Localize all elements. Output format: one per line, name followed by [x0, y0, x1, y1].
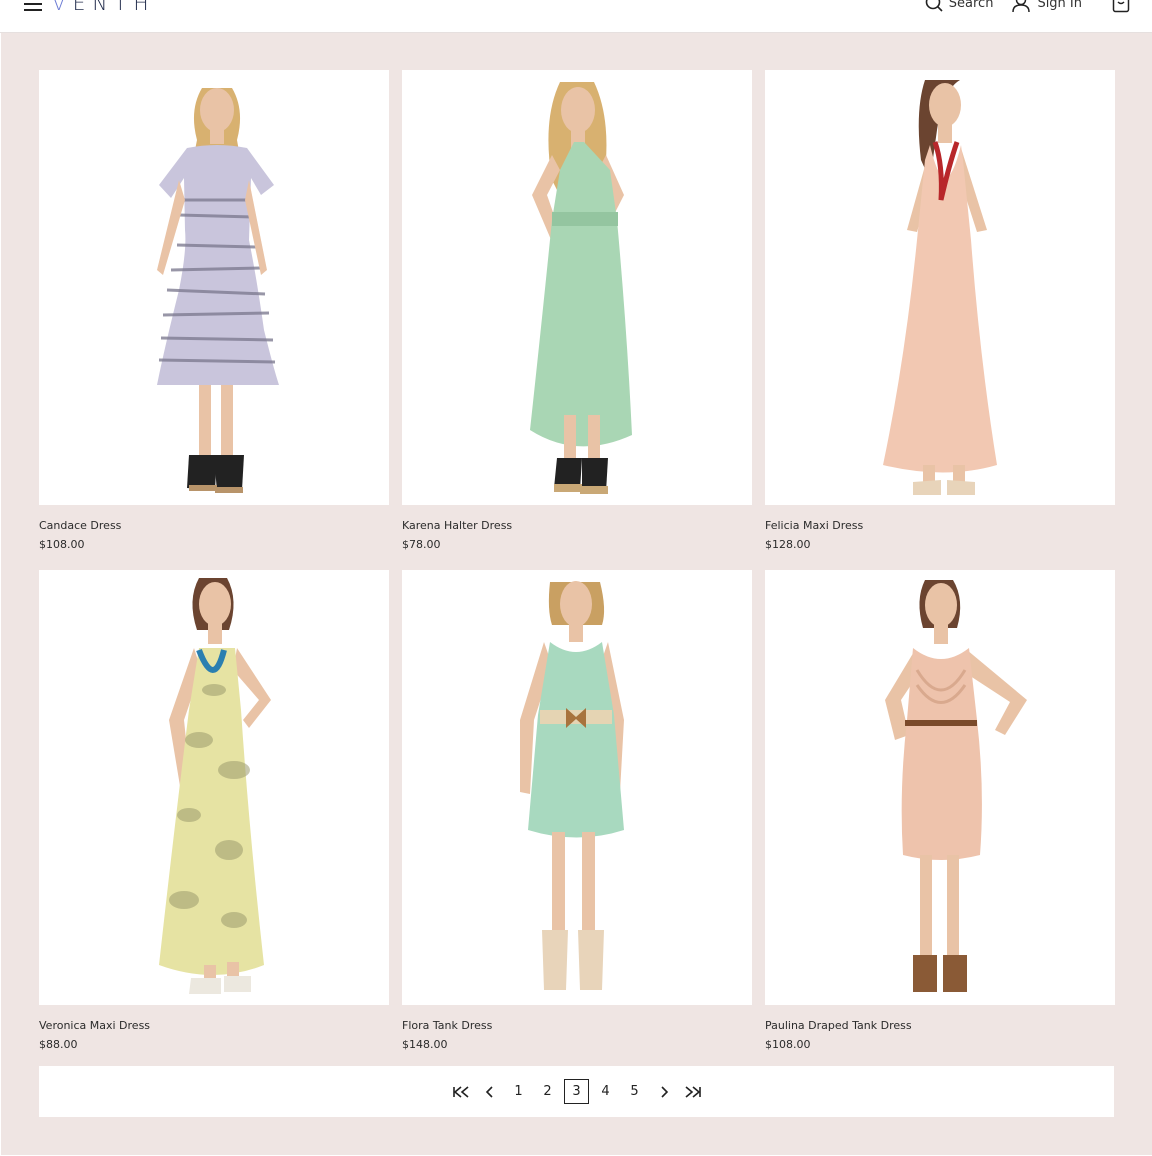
- product-name[interactable]: Paulina Draped Tank Dress: [765, 1019, 1115, 1033]
- product-name[interactable]: Flora Tank Dress: [402, 1019, 752, 1033]
- product-grid: Candace Dress $108.00 Karena Halter Dres…: [39, 70, 1115, 1070]
- product-name[interactable]: Veronica Maxi Dress: [39, 1019, 389, 1033]
- product-image[interactable]: [402, 570, 752, 1005]
- product-price: $108.00: [39, 538, 85, 551]
- double-chevron-right-icon: [684, 1085, 701, 1098]
- product-card[interactable]: Karena Halter Dress $78.00: [402, 70, 752, 570]
- product-listing: Candace Dress $108.00 Karena Halter Dres…: [1, 33, 1152, 1155]
- product-image[interactable]: [402, 70, 752, 505]
- product-price: $108.00: [765, 1038, 811, 1051]
- product-card[interactable]: Flora Tank Dress $148.00: [402, 570, 752, 1070]
- double-chevron-left-icon: [452, 1085, 469, 1098]
- product-card[interactable]: Paulina Draped Tank Dress $108.00: [765, 570, 1115, 1070]
- last-page-button[interactable]: [680, 1079, 705, 1104]
- cart-button[interactable]: [1112, 0, 1130, 13]
- search-label: Search: [948, 0, 994, 11]
- product-image[interactable]: [39, 570, 389, 1005]
- product-card[interactable]: Candace Dress $108.00: [39, 70, 389, 570]
- sign-in-label: Sign In: [1037, 0, 1082, 11]
- product-photo-veronica-maxi-dress: [159, 578, 271, 994]
- product-name[interactable]: Karena Halter Dress: [402, 519, 752, 533]
- chevron-right-icon: [660, 1085, 668, 1098]
- product-image[interactable]: [765, 570, 1115, 1005]
- page-1-button[interactable]: 1: [506, 1079, 531, 1104]
- page-3-button[interactable]: 3: [564, 1079, 589, 1104]
- product-price: $88.00: [39, 1038, 78, 1051]
- product-price: $128.00: [765, 538, 811, 551]
- product-photo-flora-tank-dress: [520, 581, 624, 990]
- product-photo-karena-halter-dress: [530, 82, 632, 494]
- product-name[interactable]: Candace Dress: [39, 519, 389, 533]
- product-card[interactable]: Veronica Maxi Dress $88.00: [39, 570, 389, 1070]
- product-image[interactable]: [39, 70, 389, 505]
- user-icon: [1012, 0, 1031, 12]
- previous-page-button[interactable]: [477, 1079, 502, 1104]
- shopping-bag-icon: [1112, 0, 1130, 13]
- site-header: VENTH Search Sign In: [0, 0, 1152, 33]
- search-button[interactable]: Search: [925, 0, 994, 12]
- page-2-button[interactable]: 2: [535, 1079, 560, 1104]
- product-price: $148.00: [402, 1038, 448, 1051]
- next-page-button[interactable]: [651, 1079, 676, 1104]
- product-image[interactable]: [765, 70, 1115, 505]
- first-page-button[interactable]: [448, 1079, 473, 1104]
- chevron-left-icon: [485, 1085, 493, 1098]
- menu-icon[interactable]: [24, 0, 42, 13]
- page-5-button[interactable]: 5: [622, 1079, 647, 1104]
- search-icon: [925, 0, 943, 12]
- product-price: $78.00: [402, 538, 441, 551]
- product-photo-felicia-maxi-dress: [883, 80, 997, 495]
- product-card[interactable]: Felicia Maxi Dress $128.00: [765, 70, 1115, 570]
- pagination: 1 2 3 4 5: [39, 1066, 1114, 1117]
- header-actions: Search Sign In: [925, 0, 1130, 13]
- product-name[interactable]: Felicia Maxi Dress: [765, 519, 1115, 533]
- product-photo-candace-dress: [157, 88, 279, 493]
- page-4-button[interactable]: 4: [593, 1079, 618, 1104]
- site-logo[interactable]: VENTH: [52, 0, 156, 15]
- sign-in-button[interactable]: Sign In: [1011, 0, 1082, 12]
- product-photo-paulina-draped-tank-dress: [885, 580, 1027, 992]
